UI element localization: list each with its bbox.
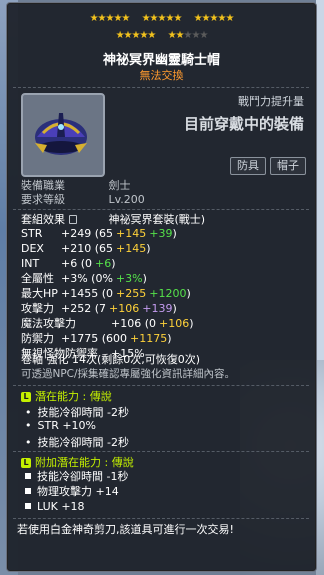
requirement-row: 要求等級 Lv.200 bbox=[21, 193, 145, 207]
requirement-label: 要求等級 bbox=[21, 193, 65, 206]
additional-potential-header-label: 附加潛在能力 : 傳說 bbox=[35, 456, 134, 469]
legendary-grade-icon: L bbox=[21, 458, 31, 468]
divider bbox=[13, 451, 309, 452]
stat-bonus-upgrade: +6 bbox=[95, 257, 112, 270]
category-tag-armor: 防具 bbox=[230, 157, 266, 175]
stat-row: 全屬性 +3% (0% +3%) bbox=[21, 272, 147, 285]
stat-name: DEX bbox=[21, 242, 44, 255]
potential-header-label: 潛在能力 : 傳說 bbox=[35, 390, 112, 403]
stat-row: 魔法攻擊力 +106 (0 +106) bbox=[21, 317, 194, 330]
stat-base: 65 bbox=[99, 227, 114, 240]
potential-header: L 潛在能力 : 傳說 bbox=[21, 388, 112, 404]
requirement-value: Lv.200 bbox=[108, 193, 145, 206]
stat-base: 0 bbox=[85, 257, 93, 270]
stat-bonus-upgrade: +39 bbox=[149, 227, 173, 240]
stat-total: +1775 bbox=[61, 332, 99, 345]
additional-potential-text: 技能冷卻時間 -1秒 bbox=[37, 470, 129, 483]
star-group: ★★★★★ bbox=[89, 13, 131, 24]
legendary-grade-icon: L bbox=[21, 392, 31, 402]
additional-potential-text: LUK +18 bbox=[37, 500, 85, 513]
stat-base: 7 bbox=[99, 302, 107, 315]
stat-total: +3% bbox=[61, 272, 88, 285]
star-group: ★★★★★ bbox=[115, 30, 157, 41]
knight-helmet-icon bbox=[35, 113, 87, 155]
stat-base: 0 bbox=[149, 317, 157, 330]
additional-potential-line: LUK +18 bbox=[25, 500, 85, 514]
stat-base: 0 bbox=[106, 287, 114, 300]
stat-bonus-flame: +145 bbox=[116, 242, 147, 255]
stat-name: 最大HP bbox=[21, 287, 58, 300]
divider bbox=[13, 385, 309, 386]
potential-line: 技能冷卻時間 -2秒 bbox=[25, 404, 129, 420]
stat-bonus-flame: +255 bbox=[116, 287, 147, 300]
stat-row: 攻擊力 +252 (7 +106 +139) bbox=[21, 302, 177, 315]
potential-line: STR +10% bbox=[25, 419, 97, 432]
power-increase-label: 戰鬥力提升量 bbox=[238, 95, 304, 108]
stat-total: +1455 bbox=[61, 287, 99, 300]
stat-row: 最大HP +1455 (0 +255 +1200) bbox=[21, 287, 191, 300]
stat-name: STR bbox=[21, 227, 43, 240]
stat-base: 65 bbox=[99, 242, 114, 255]
requirement-label: 裝備職業 bbox=[21, 179, 65, 192]
stat-total: +6 bbox=[61, 257, 78, 270]
additional-potential-header: L 附加潛在能力 : 傳說 bbox=[21, 454, 134, 470]
stat-name: 攻擊力 bbox=[21, 302, 54, 315]
potential-line: 技能冷卻時間 -2秒 bbox=[25, 434, 129, 450]
requirement-row: 裝備職業 劍士 bbox=[21, 179, 131, 193]
stat-row: 防禦力 +1775 (600 +1175) bbox=[21, 332, 172, 345]
stat-row: STR +249 (65 +145 +39) bbox=[21, 227, 177, 240]
bullet-icon bbox=[25, 473, 31, 479]
lock-icon bbox=[69, 215, 77, 224]
stat-bonus-flame: +145 bbox=[116, 227, 147, 240]
bullet-icon bbox=[25, 488, 31, 494]
divider bbox=[13, 87, 309, 88]
stat-name: 防禦力 bbox=[21, 332, 54, 345]
set-effect-label-wrap: 套組效果 bbox=[21, 213, 105, 227]
stat-name: INT bbox=[21, 257, 40, 270]
additional-potential-line: 物理攻擊力 +14 bbox=[25, 485, 119, 499]
stat-name: 魔法攻擊力 bbox=[21, 317, 76, 330]
divider bbox=[13, 209, 309, 210]
stat-bonus-flame: +106 bbox=[159, 317, 190, 330]
scroll-upgrade-info: 卷軸 強化 14次(剩餘0次,可恢復0次) bbox=[21, 353, 201, 366]
stat-total: +106 bbox=[111, 317, 142, 330]
item-tooltip: ★★★★★ ★★★★★ ★★★★★ ★★★★★ ★★★★★ 神祕冥界幽靈騎士帽 … bbox=[6, 2, 317, 572]
stat-bonus-flame: +1175 bbox=[130, 332, 168, 345]
star-force-row-1: ★★★★★ ★★★★★ ★★★★★ bbox=[7, 13, 316, 25]
stat-total: +210 bbox=[61, 242, 92, 255]
star-group: ★★★★★ bbox=[141, 13, 183, 24]
stat-bonus-flame: +106 bbox=[109, 302, 140, 315]
star-group: ★★★★★ bbox=[193, 13, 235, 24]
additional-potential-text: 物理攻擊力 +14 bbox=[37, 485, 119, 498]
requirement-value: 劍士 bbox=[108, 179, 131, 192]
stat-bonus-upgrade: +139 bbox=[142, 302, 173, 315]
set-effect-value: 神祕冥界套裝(戰士) bbox=[108, 213, 206, 226]
bullet-icon bbox=[25, 503, 31, 509]
stat-base: 600 bbox=[106, 332, 128, 345]
scroll-npc-note: 可透過NPC/採集確認專屬強化資訊詳細內容。 bbox=[21, 368, 236, 380]
stat-name: 全屬性 bbox=[21, 272, 54, 285]
divider bbox=[13, 518, 309, 519]
stat-row: INT +6 (0 +6) bbox=[21, 257, 116, 270]
star-group: ★★★★★ bbox=[167, 30, 209, 41]
stat-total: +252 bbox=[61, 302, 92, 315]
trade-status: 無法交換 bbox=[139, 69, 184, 82]
category-tag-hat: 帽子 bbox=[270, 157, 306, 175]
stat-total: +249 bbox=[61, 227, 92, 240]
stat-bonus-upgrade: +3% bbox=[115, 272, 143, 285]
stat-bonus-upgrade: +1200 bbox=[149, 287, 187, 300]
star-force-row-2: ★★★★★ ★★★★★ bbox=[7, 30, 316, 42]
power-increase-value: 目前穿戴中的裝備 bbox=[183, 115, 304, 133]
scissors-trade-note: 若使用白金神奇剪刀,該道具可進行一次交易! bbox=[17, 523, 234, 536]
item-icon-frame bbox=[21, 93, 105, 177]
stat-row: DEX +210 (65 +145) bbox=[21, 242, 151, 255]
set-effect-row: 套組效果 神祕冥界套裝(戰士) bbox=[21, 213, 205, 227]
stat-base: 0% bbox=[95, 272, 113, 285]
item-name: 神祕冥界幽靈騎士帽 bbox=[102, 53, 220, 68]
additional-potential-line: 技能冷卻時間 -1秒 bbox=[25, 470, 128, 484]
set-effect-label: 套組效果 bbox=[21, 213, 65, 226]
